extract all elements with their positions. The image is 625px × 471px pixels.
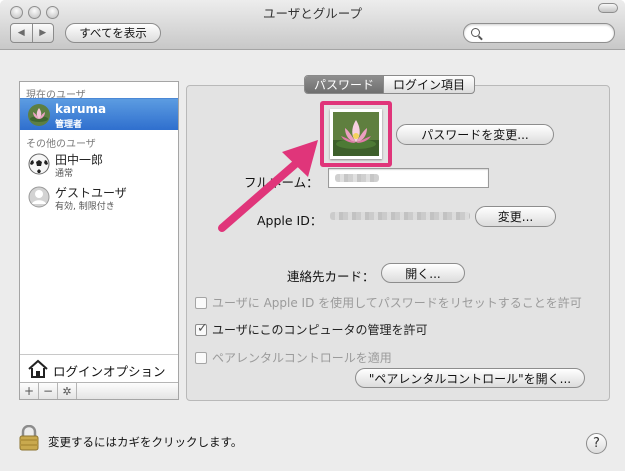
user-role: 有効, 制限付き [55, 202, 115, 212]
blurred-name [335, 174, 379, 182]
open-parental-controls-button[interactable]: "ペアレンタルコントロール"を開く... [355, 368, 585, 388]
apple-id-label: Apple ID： [257, 213, 323, 228]
show-all-button[interactable]: すべてを表示 [65, 23, 161, 43]
house-icon [27, 359, 49, 382]
search-input[interactable] [463, 23, 615, 43]
toolbar-toggle-button[interactable] [598, 3, 618, 13]
open-contact-card-button[interactable]: 開く... [381, 263, 465, 283]
user-row-karuma[interactable]: karuma 管理者 [20, 98, 178, 130]
navigation-segment: ◀ ▶ [10, 23, 54, 43]
tab-login-items[interactable]: ログイン項目 [383, 76, 474, 93]
help-button[interactable]: ? [586, 433, 607, 454]
preferences-window: ユーザとグループ ◀ ▶ すべてを表示 現在のユーザ karuma 管理者 その… [0, 0, 625, 471]
allow-reset-label: ユーザに Apple ID を使用してパスワードをリセットすることを許可 [212, 296, 582, 310]
allow-reset-checkbox[interactable]: ユーザに Apple ID を使用してパスワードをリセットすることを許可 [195, 294, 582, 311]
lotus-avatar-icon [28, 104, 50, 126]
title-bar: ユーザとグループ ◀ ▶ すべてを表示 [0, 0, 625, 50]
login-options-label: ログインオプション [53, 364, 166, 379]
allow-admin-label: ユーザにこのコンピュータの管理を許可 [212, 323, 428, 337]
parental-controls-checkbox[interactable]: ペアレンタルコントロールを適用 [195, 349, 392, 366]
blurred-apple-id [330, 212, 470, 220]
add-user-button[interactable]: + [20, 383, 39, 399]
user-role: 管理者 [55, 120, 83, 130]
user-list: 現在のユーザ karuma 管理者 その他のユーザ 田中一郎 通常 ゲストユーザ… [19, 81, 179, 400]
contact-card-label: 連絡先カード： [287, 269, 375, 284]
user-name: karuma [55, 102, 107, 116]
checkbox-box: ✓ [195, 320, 208, 336]
login-options-item[interactable]: ログインオプション [20, 354, 178, 382]
user-row-guest[interactable]: ゲストユーザ 有効, 制限付き [20, 181, 178, 213]
soccer-ball-icon [28, 153, 50, 175]
full-name-field[interactable] [328, 168, 489, 188]
gear-icon[interactable]: ✲ [58, 383, 77, 399]
allow-admin-checkbox[interactable]: ✓ ユーザにこのコンピュータの管理を許可 [195, 321, 428, 338]
lock-message: 変更するにはカギをクリックします。 [48, 435, 243, 449]
checkbox-box [195, 296, 207, 309]
back-button[interactable]: ◀ [11, 24, 32, 42]
user-row-tanaka[interactable]: 田中一郎 通常 [20, 148, 178, 180]
change-apple-id-button[interactable]: 変更... [475, 206, 556, 227]
tab-bar: パスワード ログイン項目 [304, 75, 476, 94]
tab-password[interactable]: パスワード [305, 76, 384, 93]
forward-button[interactable]: ▶ [31, 24, 54, 42]
user-role: 通常 [55, 169, 74, 179]
user-list-toolbar: + − ✲ [20, 382, 178, 399]
window-title: ユーザとグループ [262, 6, 362, 21]
checkmark-icon: ✓ [197, 320, 208, 336]
change-password-button[interactable]: パスワードを変更... [396, 124, 554, 145]
guest-user-icon [28, 186, 50, 208]
search-icon [471, 28, 480, 37]
lock-icon[interactable] [18, 424, 40, 451]
checkbox-box [195, 351, 207, 364]
full-name-label: フルネーム： [244, 175, 319, 190]
parental-controls-label: ペアレンタルコントロールを適用 [212, 351, 392, 365]
user-picture[interactable] [330, 109, 382, 159]
remove-user-button[interactable]: − [39, 383, 58, 399]
highlight-frame [320, 101, 392, 167]
